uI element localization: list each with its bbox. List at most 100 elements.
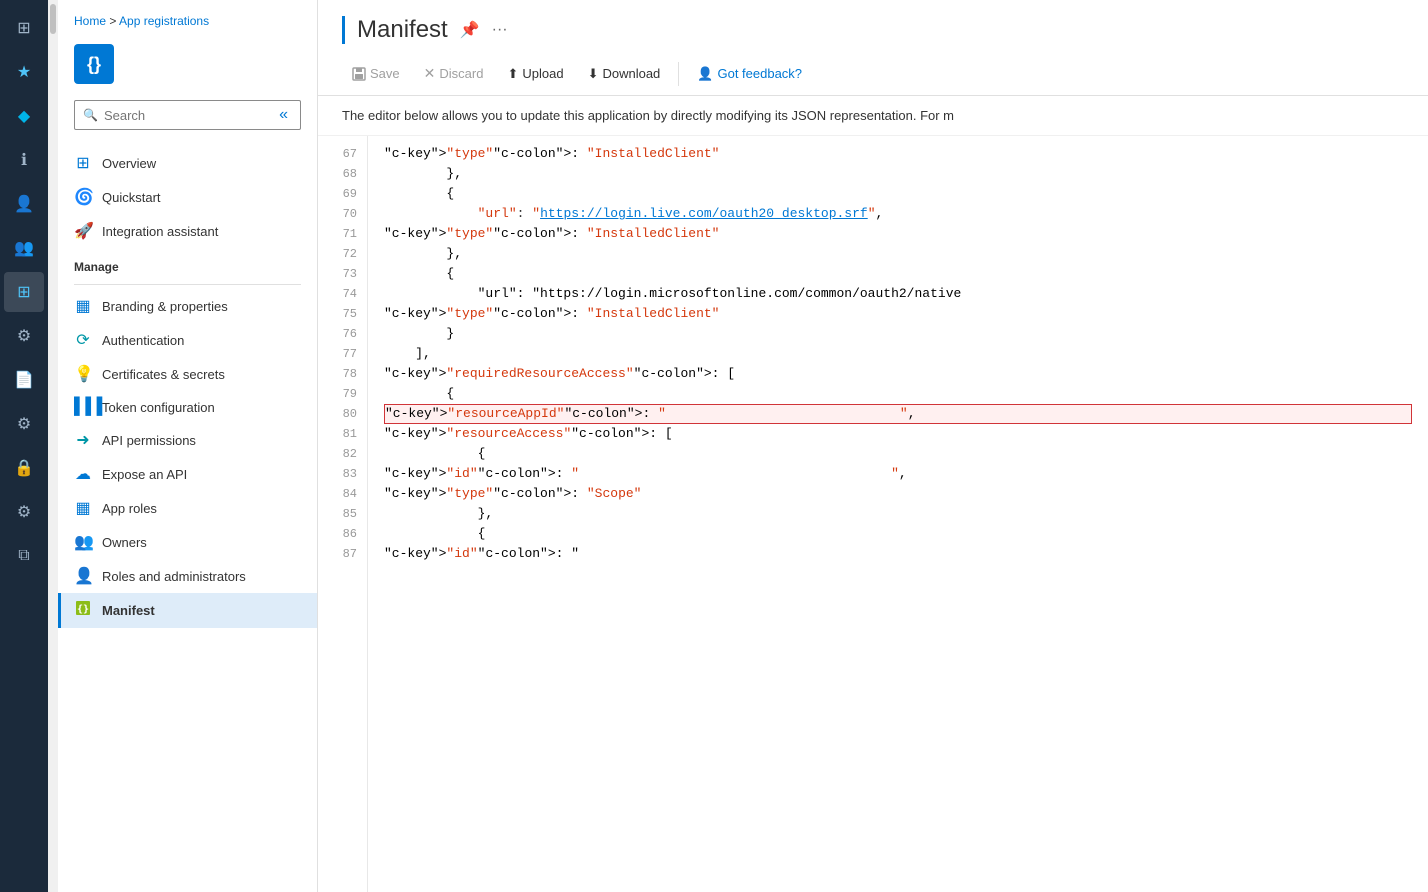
code-line[interactable]: "c-key">"resourceAccess""c-colon">: [ xyxy=(384,424,1412,444)
config-icon[interactable]: ⚙ xyxy=(4,492,44,532)
home-icon[interactable]: ⊞ xyxy=(4,8,44,48)
azure-icon[interactable]: ◆ xyxy=(4,96,44,136)
code-content[interactable]: "c-key">"type""c-colon">: "InstalledClie… xyxy=(368,136,1428,892)
expose-icon: ☁ xyxy=(74,464,92,484)
code-line[interactable]: { xyxy=(384,184,1412,204)
overview-icon: ⊞ xyxy=(74,153,92,173)
sidebar-item-expose-api[interactable]: ☁ Expose an API xyxy=(58,457,317,491)
breadcrumb-current[interactable]: App registrations xyxy=(119,14,209,28)
icon-bar: ⊞ ★ ◆ ℹ 👤 👥 ⊞ ⚙ 📄 ⚙ 🔒 ⚙ ⧉ xyxy=(0,0,48,892)
main-content: Manifest 📌 ··· Save ✕ Discard ⬆ Upload xyxy=(318,0,1428,892)
sidebar-item-label: Certificates & secrets xyxy=(102,367,225,382)
certs-icon: 💡 xyxy=(74,364,92,384)
breadcrumb: Home > App registrations xyxy=(58,0,317,36)
code-line[interactable]: "c-key">"type""c-colon">: "Scope" xyxy=(384,484,1412,504)
sidebar-scrollbar[interactable] xyxy=(48,0,58,892)
sidebar-item-integration-assistant[interactable]: 🚀 Integration assistant xyxy=(58,214,317,248)
description-text: The editor below allows you to update th… xyxy=(318,96,1428,136)
sidebar-item-quickstart[interactable]: 🌀 Quickstart xyxy=(58,180,317,214)
code-line[interactable]: "c-key">"type""c-colon">: "InstalledClie… xyxy=(384,224,1412,244)
collapse-button[interactable]: « xyxy=(275,106,292,124)
more-options-icon[interactable]: ··· xyxy=(492,21,508,39)
upload-icon: ⬆ xyxy=(507,66,518,82)
integration-icon: 🚀 xyxy=(74,221,92,241)
code-line[interactable]: { xyxy=(384,444,1412,464)
sidebar-item-label: Integration assistant xyxy=(102,224,218,239)
discard-icon: ✕ xyxy=(424,65,436,82)
code-line[interactable]: { xyxy=(384,384,1412,404)
sidebar-item-authentication[interactable]: ⟳ Authentication xyxy=(58,323,317,357)
code-line[interactable]: "c-key">"id""c-colon">: " xyxy=(384,544,1412,564)
sidebar-item-label: Expose an API xyxy=(102,467,187,482)
sidebar-item-label: Overview xyxy=(102,156,156,171)
save-button[interactable]: Save xyxy=(342,61,410,86)
groups-icon[interactable]: 👥 xyxy=(4,228,44,268)
managed-icon[interactable]: ⚙ xyxy=(4,316,44,356)
line-number: 79 xyxy=(318,384,367,404)
code-line[interactable]: }, xyxy=(384,504,1412,524)
code-line[interactable]: }, xyxy=(384,244,1412,264)
code-line[interactable]: { xyxy=(384,264,1412,284)
sidebar-item-certificates[interactable]: 💡 Certificates & secrets xyxy=(58,357,317,391)
line-number: 73 xyxy=(318,264,367,284)
line-number: 69 xyxy=(318,184,367,204)
sidebar-item-label: Authentication xyxy=(102,333,184,348)
search-input[interactable] xyxy=(104,108,269,123)
sidebar-item-manifest[interactable]: {} Manifest xyxy=(58,593,317,628)
breadcrumb-home[interactable]: Home xyxy=(74,14,106,28)
manage-section-label: Manage xyxy=(58,248,317,280)
enterprise-icon[interactable]: ⊞ xyxy=(4,272,44,312)
favorites-icon[interactable]: ★ xyxy=(4,52,44,92)
sidebar-item-label: Branding & properties xyxy=(102,299,228,314)
sidebar-item-app-roles[interactable]: ▦ App roles xyxy=(58,491,317,525)
code-line[interactable]: "url": "https://login.microsoftonline.co… xyxy=(384,284,1412,304)
sidebar-item-roles-admins[interactable]: 👤 Roles and administrators xyxy=(58,559,317,593)
auth-icon: ⟳ xyxy=(74,330,92,350)
scrollbar-thumb xyxy=(50,4,56,34)
line-number: 72 xyxy=(318,244,367,264)
breadcrumb-separator: > xyxy=(109,14,119,28)
line-number: 74 xyxy=(318,284,367,304)
code-line[interactable]: "c-key">"resourceAppId""c-colon">: " ", xyxy=(384,404,1412,424)
app-icon: {} xyxy=(74,44,114,84)
line-number: 71 xyxy=(318,224,367,244)
editor-area[interactable]: 6768697071727374757677787980818283848586… xyxy=(318,136,1428,892)
line-number: 87 xyxy=(318,544,367,564)
copy-icon[interactable]: ⧉ xyxy=(4,536,44,576)
upload-button[interactable]: ⬆ Upload xyxy=(497,61,573,87)
code-line[interactable]: } xyxy=(384,324,1412,344)
line-number: 76 xyxy=(318,324,367,344)
download-button[interactable]: ⬇ Download xyxy=(578,61,671,87)
sidebar-item-overview[interactable]: ⊞ Overview xyxy=(58,146,317,180)
line-number: 84 xyxy=(318,484,367,504)
info-icon[interactable]: ℹ xyxy=(4,140,44,180)
sidebar-item-owners[interactable]: 👥 Owners xyxy=(58,525,317,559)
code-line[interactable]: "c-key">"id""c-colon">: " ", xyxy=(384,464,1412,484)
users-icon[interactable]: 👤 xyxy=(4,184,44,224)
code-line[interactable]: "c-key">"type""c-colon">: "InstalledClie… xyxy=(384,144,1412,164)
code-line[interactable]: }, xyxy=(384,164,1412,184)
code-line[interactable]: ], xyxy=(384,344,1412,364)
pin-icon[interactable]: 📌 xyxy=(460,20,480,40)
discard-button[interactable]: ✕ Discard xyxy=(414,60,494,87)
settings-icon[interactable]: ⚙ xyxy=(4,404,44,444)
search-icon: 🔍 xyxy=(83,108,98,122)
code-line[interactable]: "c-key">"requiredResourceAccess""c-colon… xyxy=(384,364,1412,384)
download-icon: ⬇ xyxy=(588,66,599,82)
documents-icon[interactable]: 📄 xyxy=(4,360,44,400)
code-line[interactable]: "c-key">"type""c-colon">: "InstalledClie… xyxy=(384,304,1412,324)
sidebar-item-api-permissions[interactable]: ➜ API permissions xyxy=(58,423,317,457)
discard-label: Discard xyxy=(439,66,483,81)
line-number: 83 xyxy=(318,464,367,484)
feedback-button[interactable]: 👤 Got feedback? xyxy=(687,61,812,87)
line-number: 82 xyxy=(318,444,367,464)
line-number: 86 xyxy=(318,524,367,544)
line-number: 81 xyxy=(318,424,367,444)
sidebar-item-token[interactable]: ▌▌▌ Token configuration xyxy=(58,391,317,423)
feedback-label: Got feedback? xyxy=(717,66,802,81)
code-line[interactable]: "url": "https://login.live.com/oauth20_d… xyxy=(384,204,1412,224)
quickstart-icon: 🌀 xyxy=(74,187,92,207)
sidebar-item-branding[interactable]: ▦ Branding & properties xyxy=(58,289,317,323)
lock-icon[interactable]: 🔒 xyxy=(4,448,44,488)
code-line[interactable]: { xyxy=(384,524,1412,544)
